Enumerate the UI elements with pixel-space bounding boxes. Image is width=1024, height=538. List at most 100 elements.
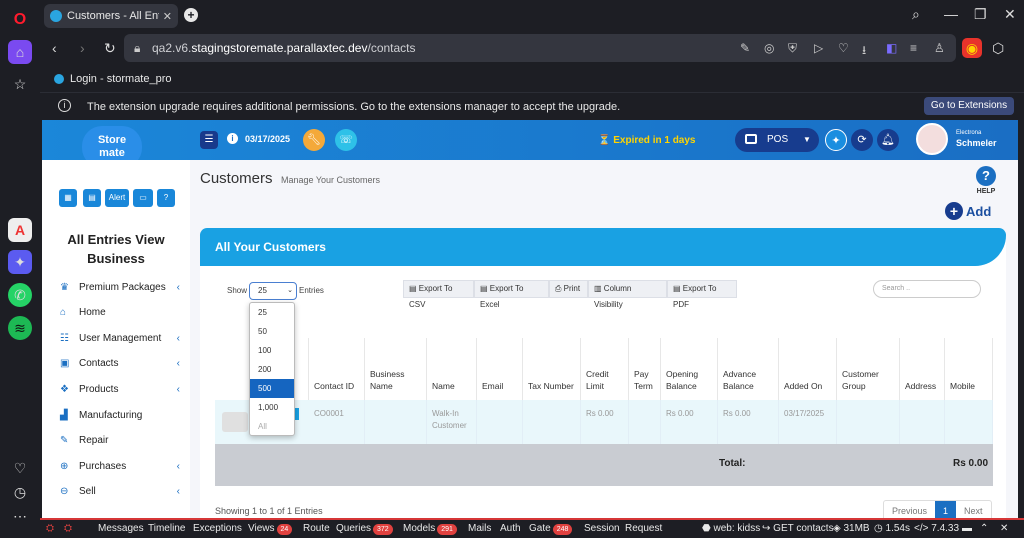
- history-icon[interactable]: ◷: [8, 480, 32, 504]
- cube-icon[interactable]: ⬡: [992, 40, 1004, 57]
- debugbar-tab-session[interactable]: Session: [584, 523, 620, 534]
- alert-button[interactable]: Alert: [105, 189, 129, 207]
- page-1-button[interactable]: 1: [935, 501, 957, 518]
- avatar[interactable]: [916, 123, 948, 155]
- export-button-export-to-csv[interactable]: ▤ Export To CSV: [403, 280, 474, 309]
- chevron-up-icon[interactable]: ⌃: [980, 523, 988, 534]
- sidebar-item-manufacturing[interactable]: ▟ Manufacturing: [60, 406, 180, 424]
- send-icon[interactable]: ▷: [814, 41, 823, 55]
- debugbar-tab-views[interactable]: Views 24: [248, 523, 293, 535]
- debugbar-tab-queries[interactable]: Queries 372: [336, 523, 393, 535]
- messenger-icon[interactable]: ✦: [8, 250, 32, 274]
- bookmark-login[interactable]: Login - stormate_pro: [70, 73, 172, 85]
- debugbar-tab-exceptions[interactable]: Exceptions: [193, 523, 242, 534]
- previous-button[interactable]: Previous: [884, 501, 935, 518]
- more-icon[interactable]: ⋯: [8, 504, 32, 528]
- dropdown-option[interactable]: All: [250, 417, 294, 436]
- sidebar-item-contacts[interactable]: ▣ Contacts ‹: [60, 355, 180, 373]
- wrench-icon[interactable]: 🔧︎: [303, 129, 325, 151]
- export-button-export-to-pdf[interactable]: ▤ Export To PDF: [667, 280, 737, 309]
- refresh-icon[interactable]: ⟳: [851, 129, 873, 151]
- forward-icon[interactable]: ›: [80, 40, 85, 56]
- easy-setup-icon[interactable]: ≡: [910, 41, 917, 55]
- sidebar-item-purchases[interactable]: ⊕ Purchases ‹: [60, 457, 180, 475]
- debugbar-tab-auth[interactable]: Auth: [500, 523, 521, 534]
- column-header-tax-number[interactable]: Tax Number: [523, 338, 581, 400]
- column-header-credit-limit[interactable]: Credit Limit: [581, 338, 629, 400]
- calendar-icon[interactable]: ▦: [59, 189, 77, 207]
- restore-icon[interactable]: ❐: [974, 6, 987, 23]
- app-icon[interactable]: A: [8, 218, 32, 242]
- column-header-name[interactable]: Name: [427, 338, 477, 400]
- go-to-extensions-button[interactable]: Go to Extensions: [924, 97, 1014, 115]
- dropdown-option[interactable]: 50: [250, 322, 294, 341]
- column-header-business-name[interactable]: Business Name: [365, 338, 427, 400]
- reload-icon[interactable]: ↻: [104, 40, 116, 57]
- export-button-print[interactable]: ⎙ Print: [549, 280, 588, 298]
- export-button-column-visibility[interactable]: ▥ Column Visibility: [588, 280, 667, 309]
- column-header-customer-group[interactable]: Customer Group: [837, 338, 900, 400]
- debugbar-tab-gate[interactable]: Gate 248: [529, 523, 573, 535]
- sidebar-item-products[interactable]: ❖ Products ‹: [60, 380, 180, 398]
- card-icon[interactable]: ▭: [133, 189, 153, 207]
- dropdown-option[interactable]: 500: [250, 379, 294, 398]
- shield-icon[interactable]: ⛨: [788, 41, 797, 56]
- close-window-icon[interactable]: ✕: [1004, 6, 1016, 23]
- opera-logo-icon[interactable]: O: [8, 8, 32, 32]
- entries-select[interactable]: 25 ⌄: [249, 282, 297, 300]
- dropdown-option[interactable]: 200: [250, 360, 294, 379]
- spotify-icon[interactable]: ≋: [8, 316, 32, 340]
- star-icon[interactable]: ☆: [8, 72, 32, 96]
- whatsapp-icon[interactable]: ✆: [8, 283, 32, 307]
- dropdown-option[interactable]: 100: [250, 341, 294, 360]
- dropdown-option[interactable]: 1,000: [250, 398, 294, 417]
- search-icon[interactable]: ⌕: [912, 6, 920, 23]
- back-icon[interactable]: ‹: [52, 40, 57, 56]
- calculator-icon[interactable]: ▤: [83, 189, 101, 207]
- profile-icon[interactable]: ♙: [934, 41, 945, 55]
- sidebar-item-repair[interactable]: ✎ Repair: [60, 432, 180, 450]
- sparkle-icon[interactable]: ✦: [825, 129, 847, 151]
- download-icon[interactable]: ⭳: [862, 41, 866, 62]
- export-button-export-to-excel[interactable]: ▤ Export To Excel: [474, 280, 549, 309]
- camera-icon[interactable]: ◎: [764, 41, 774, 55]
- tab-customers[interactable]: Customers - All Entries Vi ✕: [44, 4, 178, 28]
- column-header-mobile[interactable]: Mobile: [945, 338, 993, 400]
- bell-icon[interactable]: 🔔︎: [877, 129, 899, 151]
- column-header-added-on[interactable]: Added On: [779, 338, 837, 400]
- close-icon[interactable]: ✕: [1000, 523, 1008, 534]
- lock-icon[interactable]: 🔒︎: [134, 41, 140, 56]
- column-header-advance-balance[interactable]: Advance Balance: [718, 338, 779, 400]
- column-header-contact-id[interactable]: Contact ID: [309, 338, 365, 400]
- minimize-icon[interactable]: —: [944, 6, 958, 22]
- column-header-pay-term[interactable]: Pay Term: [629, 338, 661, 400]
- debugbar-tab-messages[interactable]: Messages: [98, 523, 144, 534]
- search-input[interactable]: Search ..: [873, 280, 981, 298]
- url-field[interactable]: 🔒︎ qa2.v6. stagingstoremate.parallaxtec.d…: [124, 34, 956, 62]
- column-header-opening-balance[interactable]: Opening Balance: [661, 338, 718, 400]
- debugbar-tab-models[interactable]: Models 291: [403, 523, 457, 535]
- sidebar-item-premium-packages[interactable]: ♛ Premium Packages ‹: [60, 278, 180, 296]
- debugbar-tab-mails[interactable]: Mails: [468, 523, 491, 534]
- heart-icon[interactable]: ♡: [838, 41, 849, 55]
- next-button[interactable]: Next: [956, 501, 991, 518]
- edit-icon[interactable]: ✎: [740, 41, 750, 55]
- folder-icon[interactable]: ▬: [962, 523, 972, 534]
- support-icon[interactable]: ☏: [335, 129, 357, 151]
- debugbar-tab-timeline[interactable]: Timeline: [148, 523, 185, 534]
- sidebar-item-user-management[interactable]: ☷ User Management ‹: [60, 329, 180, 347]
- help-button[interactable]: ? HELP: [972, 166, 1000, 195]
- dropdown-option[interactable]: 25: [250, 303, 294, 322]
- close-icon[interactable]: ✕: [163, 10, 172, 23]
- new-tab-button[interactable]: +: [184, 8, 198, 22]
- sidebar-item-home[interactable]: ⌂ Home: [60, 304, 180, 322]
- extension-icon[interactable]: ◧: [886, 41, 897, 55]
- column-header-email[interactable]: Email: [477, 338, 523, 400]
- debugbar-tab-request[interactable]: Request: [625, 523, 662, 534]
- extension-badge-icon[interactable]: ◉: [962, 38, 982, 58]
- debugbar-tab-route[interactable]: Route: [303, 523, 330, 534]
- heart-icon[interactable]: ♡: [8, 456, 32, 480]
- laravel-icon[interactable]: ⛭: [64, 523, 72, 534]
- question-icon[interactable]: ?: [157, 189, 175, 207]
- add-customer-button[interactable]: + Add: [945, 202, 991, 220]
